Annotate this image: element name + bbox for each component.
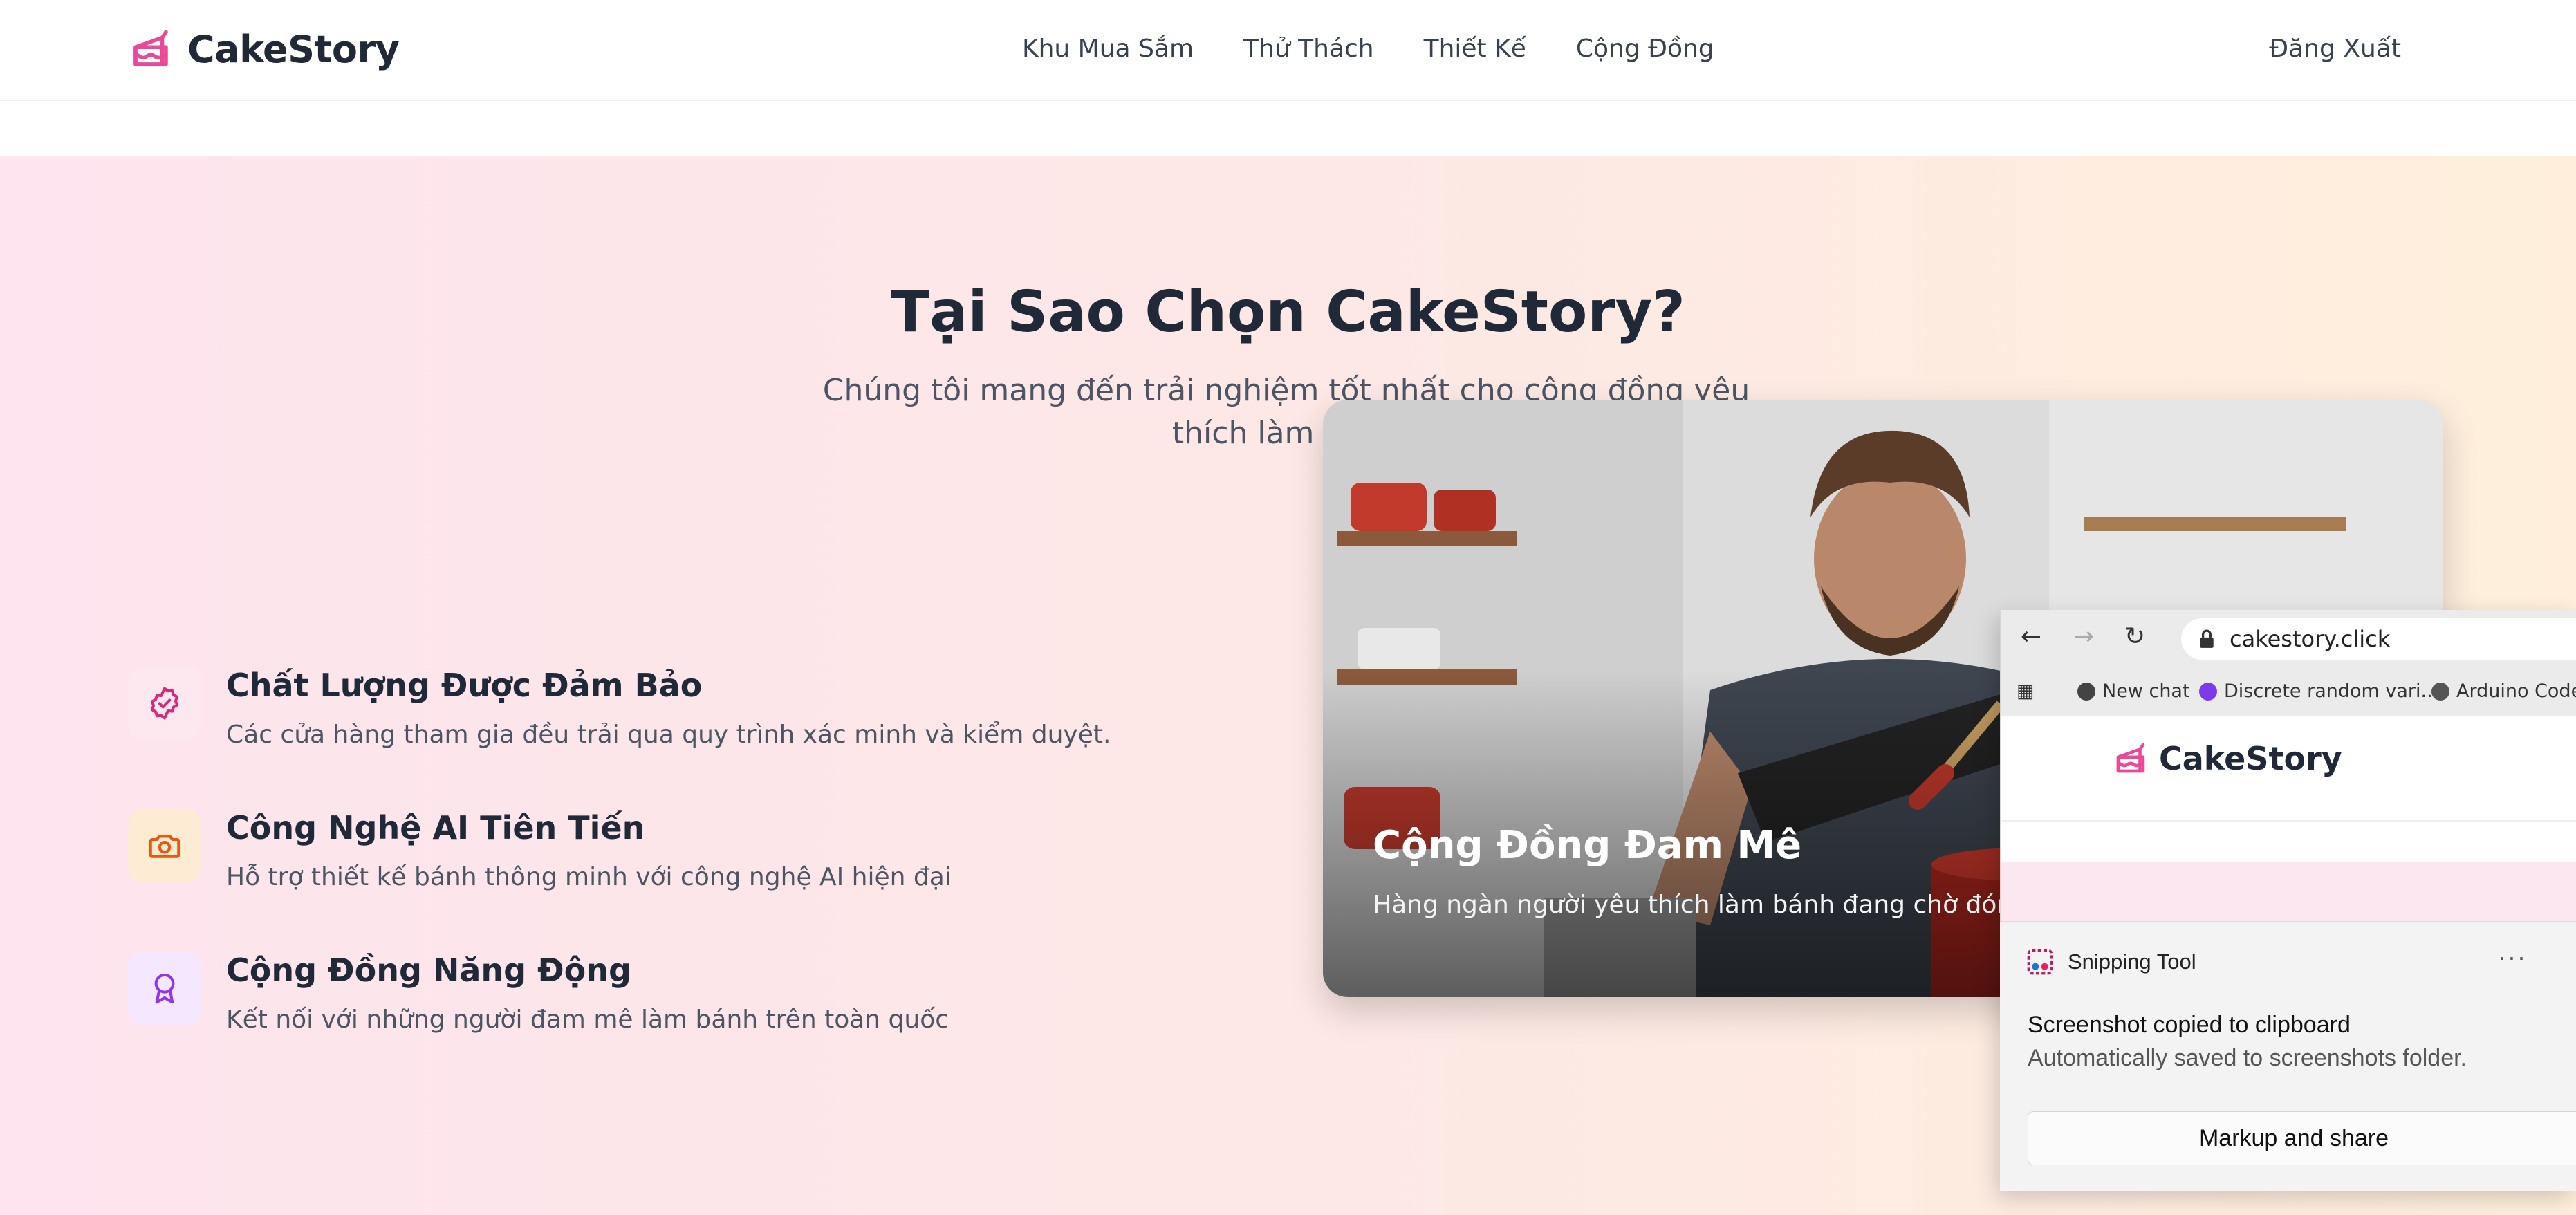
badge-check-icon: [150, 687, 179, 720]
feature-title: Công Nghệ AI Tiên Tiến: [226, 809, 645, 846]
bookmark-new-chat[interactable]: New chat: [2077, 680, 2190, 702]
back-icon[interactable]: ←: [2021, 622, 2041, 651]
feature-title: Chất Lượng Được Đảm Bảo: [226, 667, 703, 704]
bookmarks-bar: ▦ New chat Discrete random vari... Ardui…: [2001, 668, 2576, 716]
brand-logo[interactable]: CakeStory: [128, 26, 400, 72]
toast-app-name: Snipping Tool: [2068, 949, 2196, 974]
address-bar[interactable]: cakestory.click: [2181, 618, 2576, 660]
feature-icon-wrap: [128, 667, 201, 740]
nav-item-shop[interactable]: Khu Mua Sắm: [1022, 35, 1194, 63]
cake-icon: [2116, 743, 2145, 773]
feature-quality: Chất Lượng Được Đảm Bảo Các cửa hàng tha…: [128, 667, 1269, 784]
feature-ai: Công Nghệ AI Tiên Tiến Hỗ trợ thiết kế b…: [128, 809, 1269, 927]
lock-icon: [2200, 629, 2214, 648]
forward-icon[interactable]: →: [2073, 622, 2094, 651]
feature-title: Cộng Đồng Năng Động: [226, 952, 631, 989]
feature-icon-wrap: [128, 809, 201, 882]
markup-share-button[interactable]: Markup and share: [2028, 1111, 2576, 1165]
feature-icon-wrap: [128, 952, 201, 1025]
scissors-icon: [2027, 949, 2053, 975]
browser-toolbar: ← → ↻ cakestory.click: [2001, 610, 2576, 668]
snipping-tool-notification: Snipping Tool ··· Screenshot copied to c…: [2000, 921, 2576, 1191]
logout-link[interactable]: Đăng Xuất: [2269, 35, 2401, 63]
feature-desc: Kết nối với những người đam mê làm bánh …: [226, 1005, 949, 1034]
bookmark-favicon: [2431, 682, 2449, 701]
brand-name: CakeStory: [187, 27, 400, 71]
apps-grid-icon[interactable]: ▦: [2017, 680, 2035, 702]
section-title: Tại Sao Chọn CakeStory?: [891, 279, 1685, 345]
nav-item-design[interactable]: Thiết Kế: [1424, 35, 1526, 63]
main-nav: Khu Mua Sắm Thử Thách Thiết Kế Cộng Đồng: [1022, 35, 1764, 63]
feature-desc: Hỗ trợ thiết kế bánh thông minh với công…: [226, 863, 952, 891]
award-icon: [154, 973, 175, 1004]
preview-brand-name: CakeStory: [2159, 740, 2342, 777]
toast-header: Snipping Tool: [2026, 948, 2196, 976]
card-description: Hàng ngàn người yêu thích làm bánh đang …: [1373, 891, 2068, 919]
nav-item-challenges[interactable]: Thử Thách: [1243, 35, 1374, 63]
cake-icon: [133, 30, 168, 66]
url-text: cakestory.click: [2230, 626, 2391, 652]
more-options-icon[interactable]: ···: [2498, 943, 2527, 972]
feature-desc: Các cửa hàng tham gia đều trải qua quy t…: [226, 721, 1111, 749]
nav-item-community[interactable]: Cộng Đồng: [1576, 35, 1714, 63]
header-spacer: [0, 101, 2576, 156]
preview-divider: [2001, 820, 2576, 822]
card-title: Cộng Đồng Đam Mê: [1373, 823, 1802, 868]
bookmark-discrete[interactable]: Discrete random vari...: [2199, 680, 2438, 702]
bookmark-arduino[interactable]: Arduino Code: [2431, 680, 2576, 702]
toast-detail: Automatically saved to screenshots folde…: [2028, 1045, 2467, 1071]
openai-icon: [2077, 682, 2095, 701]
feature-community: Cộng Đồng Năng Động Kết nối với những ng…: [128, 952, 1269, 1069]
preview-brand-logo[interactable]: CakeStory: [2112, 740, 2342, 777]
camera-icon: [149, 835, 180, 858]
bookmark-favicon: [2199, 682, 2217, 701]
site-header: CakeStory Khu Mua Sắm Thử Thách Thiết Kế…: [0, 0, 2576, 101]
toast-message: Screenshot copied to clipboard: [2028, 1012, 2351, 1038]
reload-icon[interactable]: ↻: [2124, 622, 2145, 651]
